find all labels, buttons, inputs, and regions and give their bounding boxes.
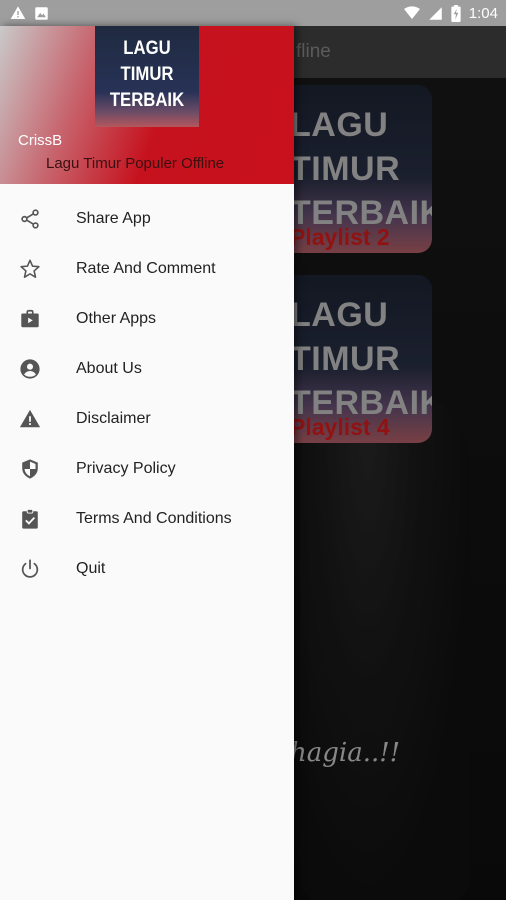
menu-item-disclaimer[interactable]: Disclaimer (0, 394, 294, 444)
menu-item-label: Disclaimer (76, 410, 151, 427)
status-time: 1:04 (468, 4, 498, 22)
shop-bag-icon (18, 307, 42, 331)
menu-item-label: Share App (76, 210, 151, 227)
menu-item-label: Quit (76, 560, 106, 577)
shield-icon (18, 457, 42, 481)
menu-item-label: Terms And Conditions (76, 510, 232, 527)
clipboard-check-icon (18, 507, 42, 531)
drawer-menu: Share App Rate And Comment Other Apps Ab… (0, 194, 294, 594)
menu-item-about-us[interactable]: About Us (0, 344, 294, 394)
user-name: CrissB (18, 132, 63, 149)
account-circle-icon (18, 357, 42, 381)
navigation-drawer: LAGU TIMUR TERBAIK CrissB Lagu Timur Pop… (0, 26, 294, 900)
menu-item-other-apps[interactable]: Other Apps (0, 294, 294, 344)
logo-text: TERBAIK (109, 90, 185, 111)
logo-text: TIMUR (120, 64, 174, 85)
menu-item-privacy-policy[interactable]: Privacy Policy (0, 444, 294, 494)
menu-item-share-app[interactable]: Share App (0, 194, 294, 244)
image-notification-icon (35, 6, 48, 20)
warning-icon (18, 407, 42, 431)
warning-notification-icon (10, 6, 26, 19)
logo-text: LAGU (123, 38, 171, 59)
menu-item-quit[interactable]: Quit (0, 544, 294, 594)
drawer-header: LAGU TIMUR TERBAIK CrissB Lagu Timur Pop… (0, 26, 294, 184)
wifi-icon (403, 6, 420, 19)
menu-item-label: Privacy Policy (76, 460, 176, 477)
battery-icon (451, 4, 461, 22)
star-outline-icon (18, 257, 42, 281)
app-subtitle: Lagu Timur Populer Offline (46, 155, 225, 172)
signal-icon (429, 6, 442, 20)
status-bar: 1:04 (0, 0, 506, 26)
app-logo: LAGU TIMUR TERBAIK (95, 26, 199, 127)
menu-item-label: About Us (76, 360, 142, 377)
menu-item-terms-and-conditions[interactable]: Terms And Conditions (0, 494, 294, 544)
menu-item-label: Rate And Comment (76, 260, 216, 277)
menu-item-label: Other Apps (76, 310, 157, 327)
menu-item-rate-and-comment[interactable]: Rate And Comment (0, 244, 294, 294)
power-icon (18, 557, 42, 581)
share-icon (18, 207, 42, 231)
